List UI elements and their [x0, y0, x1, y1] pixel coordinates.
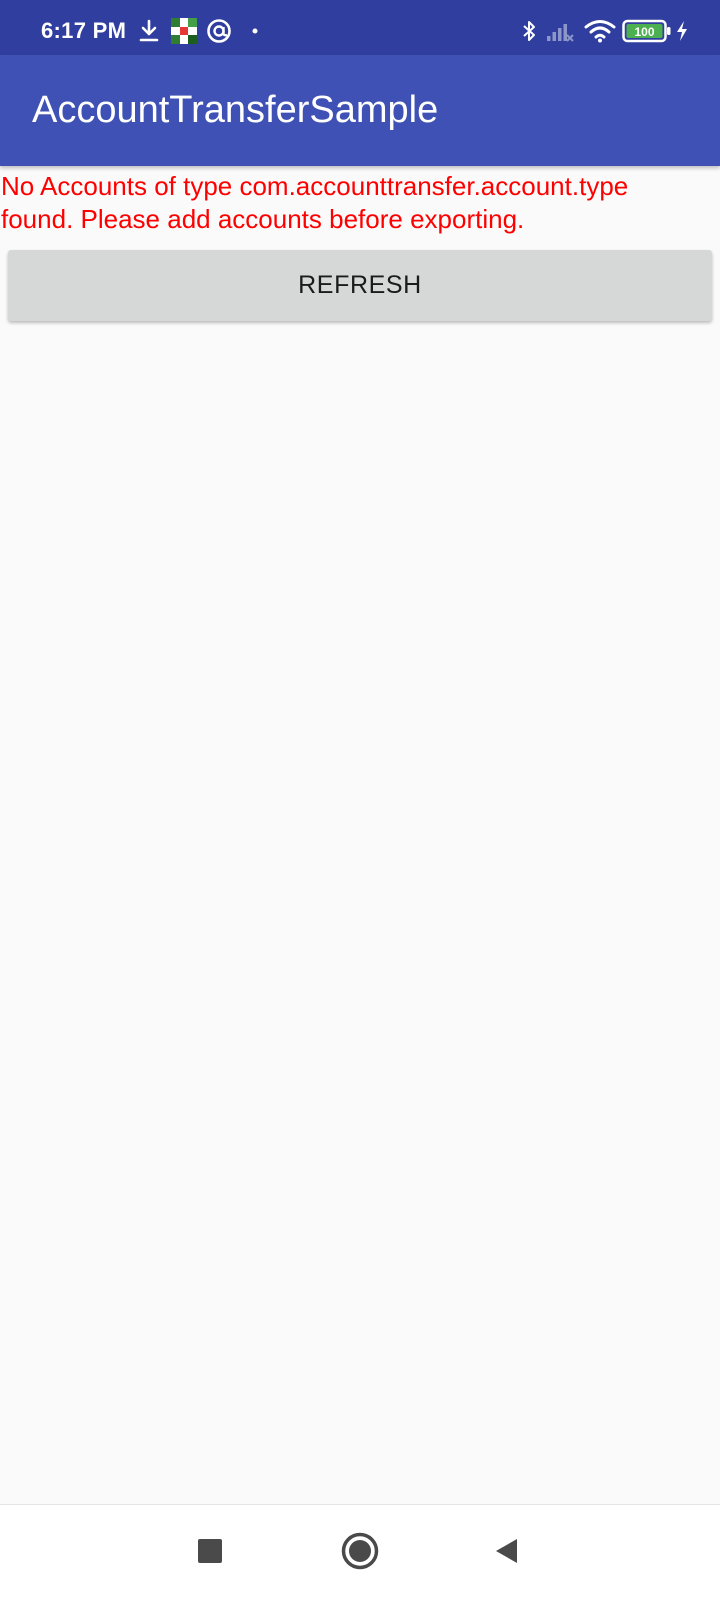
app-title: AccountTransferSample: [32, 89, 439, 131]
at-sign-icon: [206, 18, 232, 44]
recents-button[interactable]: [184, 1527, 236, 1579]
navigation-bar: [0, 1504, 720, 1600]
screen: 6:17 PM 100 AccountTransferSample No Acc…: [0, 0, 720, 1600]
status-bar: 6:17 PM 100: [0, 0, 720, 55]
notification-dot-icon: [250, 18, 260, 44]
home-circle-icon: [340, 1531, 380, 1576]
battery-level: 100: [634, 25, 654, 39]
home-button[interactable]: [334, 1527, 386, 1579]
app-notification-icon: [171, 18, 197, 44]
charging-bolt-icon: [674, 18, 690, 44]
recents-square-icon: [197, 1538, 223, 1569]
wifi-icon: [584, 18, 616, 44]
refresh-button[interactable]: REFRESH: [8, 250, 712, 321]
back-button[interactable]: [480, 1527, 532, 1579]
battery-icon: 100: [622, 18, 672, 44]
download-icon: [137, 18, 161, 44]
app-bar: AccountTransferSample: [0, 55, 720, 166]
back-triangle-icon: [493, 1537, 519, 1570]
cellular-signal-icon: [546, 18, 574, 44]
status-time: 6:17 PM: [41, 18, 127, 43]
no-accounts-message: No Accounts of type com.accounttransfer.…: [1, 171, 629, 234]
bluetooth-icon: [520, 18, 538, 44]
